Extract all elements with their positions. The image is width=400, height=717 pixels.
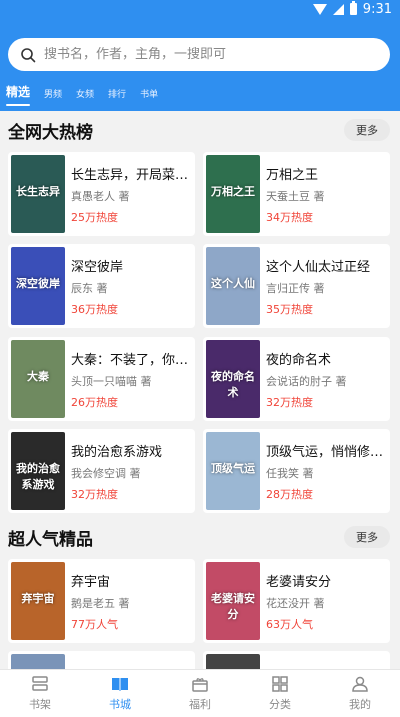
battery-icon	[349, 1, 357, 15]
book-heat: 26万热度	[71, 396, 118, 409]
category-icon	[272, 676, 288, 692]
nav-category[interactable]: 分类	[240, 670, 320, 717]
book-cover: 大秦	[11, 340, 65, 418]
book-card[interactable]: 这个人仙 这个人仙太过正经 言归正传 著 35万热度	[203, 244, 390, 328]
book-author: 花还没开 著	[266, 597, 325, 610]
profile-icon	[352, 676, 368, 692]
book-cover: 深空彼岸	[11, 247, 65, 325]
bookstore-icon	[112, 678, 128, 691]
bookshelf-icon	[32, 676, 48, 691]
section-header-popular: 超人气精品 更多	[0, 520, 400, 554]
book-cover: 长生志异	[11, 155, 65, 233]
book-title: 顶级气运，悄悄修…	[266, 445, 384, 460]
book-heat: 32万热度	[71, 488, 118, 501]
book-author: 我会修空调 著	[71, 467, 141, 480]
book-title: 夜的命名术	[266, 353, 332, 368]
book-card[interactable]	[8, 651, 195, 669]
book-card[interactable]: 万相之王 万相之王 天蚕土豆 著 34万热度	[203, 152, 390, 236]
tab-female[interactable]: 女频	[76, 87, 94, 100]
book-heat: 28万热度	[266, 488, 313, 501]
book-card[interactable]: 夜的命名术 夜的命名术 会说话的肘子 著 32万热度	[203, 337, 390, 421]
book-author: 真愚老人 著	[71, 190, 130, 203]
more-button[interactable]: 更多	[344, 526, 390, 548]
book-heat: 34万热度	[266, 211, 313, 224]
category-tabs: 精选 男频 女频 排行 书单	[6, 80, 158, 106]
book-title: 深空彼岸	[71, 260, 124, 275]
search-bar[interactable]	[8, 38, 390, 71]
tab-booklist[interactable]: 书单	[140, 87, 158, 100]
tab-featured[interactable]: 精选	[6, 83, 31, 106]
book-heat: 25万热度	[71, 211, 118, 224]
book-heat: 32万热度	[266, 396, 313, 409]
book-heat: 35万热度	[266, 303, 313, 316]
more-button[interactable]: 更多	[344, 119, 390, 141]
book-cover: 我的治愈系游戏	[11, 432, 65, 510]
book-heat: 63万人气	[266, 618, 313, 631]
book-author: 任我笑 著	[266, 467, 314, 480]
book-card[interactable]: 老婆请安分 老婆请安分 花还没开 著 63万人气	[203, 559, 390, 643]
book-title: 这个人仙太过正经	[266, 260, 371, 275]
book-title: 万相之王	[266, 168, 319, 183]
wifi-icon	[312, 3, 327, 15]
section-header-hot: 全网大热榜 更多	[0, 113, 400, 147]
search-icon	[21, 47, 36, 62]
search-input[interactable]	[44, 47, 344, 62]
book-author: 鹅是老五 著	[71, 597, 130, 610]
book-card[interactable]: 深空彼岸 深空彼岸 辰东 著 36万热度	[8, 244, 195, 328]
book-card[interactable]: 顶级气运 顶级气运，悄悄修… 任我笑 著 28万热度	[203, 429, 390, 513]
book-card[interactable]: 长生志异 长生志异，开局菜… 真愚老人 著 25万热度	[8, 152, 195, 236]
book-title: 大秦：不装了，你…	[71, 353, 189, 368]
nav-profile[interactable]: 我的	[320, 670, 400, 717]
book-card[interactable]: 弃宇宙 弃宇宙 鹅是老五 著 77万人气	[8, 559, 195, 643]
app-header: 9:31 精选 男频 女频 排行 书单	[0, 0, 400, 111]
nav-welfare[interactable]: 福利	[160, 670, 240, 717]
book-card[interactable]: 大秦 大秦：不装了，你… 头顶一只喵喵 著 26万热度	[8, 337, 195, 421]
book-heat: 36万热度	[71, 303, 118, 316]
book-cover: 这个人仙	[206, 247, 260, 325]
book-cover: 顶级气运	[206, 432, 260, 510]
book-cover	[206, 654, 260, 669]
tab-male[interactable]: 男频	[44, 87, 62, 100]
book-cover: 夜的命名术	[206, 340, 260, 418]
book-cover: 万相之王	[206, 155, 260, 233]
book-author: 天蚕土豆 著	[266, 190, 325, 203]
status-bar: 9:31	[0, 0, 400, 18]
book-heat: 77万人气	[71, 618, 118, 631]
book-cover	[11, 654, 65, 669]
book-card[interactable]: 我的治愈系游戏 我的治愈系游戏 我会修空调 著 32万热度	[8, 429, 195, 513]
book-title: 长生志异，开局菜…	[71, 168, 189, 183]
main-content[interactable]: 全网大热榜 更多 长生志异 长生志异，开局菜… 真愚老人 著 25万热度 万相之…	[0, 111, 400, 669]
section-title: 超人气精品	[8, 529, 93, 550]
book-author: 头顶一只喵喵 著	[71, 375, 152, 388]
book-title: 老婆请安分	[266, 575, 332, 590]
nav-bookstore[interactable]: 书城	[80, 670, 160, 717]
book-author: 会说话的肘子 著	[266, 375, 347, 388]
section-title: 全网大热榜	[8, 122, 93, 143]
book-author: 言归正传 著	[266, 282, 325, 295]
nav-bookshelf[interactable]: 书架	[0, 670, 80, 717]
tab-ranking[interactable]: 排行	[108, 87, 126, 100]
gift-icon	[192, 678, 208, 692]
bottom-nav: 书架 书城 福利 分类 我的	[0, 669, 400, 717]
book-title: 我的治愈系游戏	[71, 445, 163, 460]
book-cover: 弃宇宙	[11, 562, 65, 640]
book-title: 弃宇宙	[71, 575, 111, 590]
book-card[interactable]	[203, 651, 390, 669]
status-time: 9:31	[362, 1, 392, 17]
book-author: 辰东 著	[71, 282, 108, 295]
signal-icon	[332, 3, 344, 15]
book-cover: 老婆请安分	[206, 562, 260, 640]
